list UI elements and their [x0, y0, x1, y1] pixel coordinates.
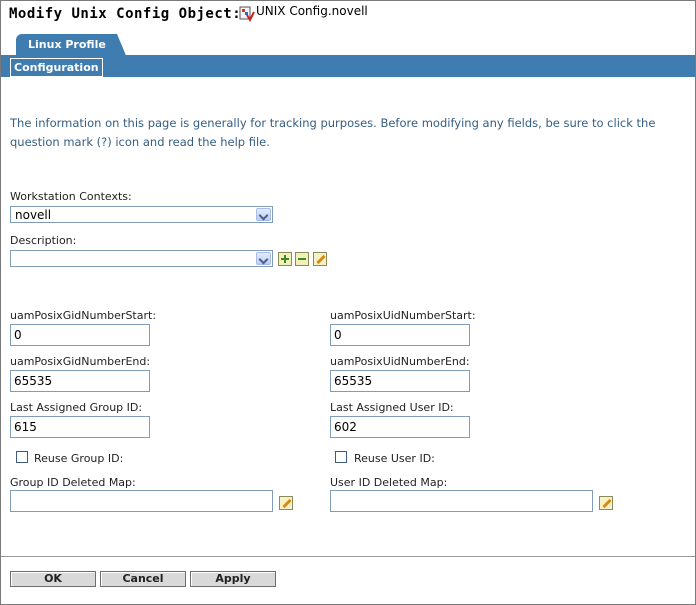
remove-icon[interactable] — [295, 252, 309, 266]
user-deleted-map-label: User ID Deleted Map: — [330, 476, 448, 489]
apply-button[interactable]: Apply — [190, 571, 276, 587]
uid-start-input[interactable]: 0 — [330, 324, 470, 346]
workstation-contexts-select[interactable]: novell — [10, 206, 273, 223]
workstation-contexts-label: Workstation Contexts: — [10, 190, 132, 203]
unix-config-icon — [239, 6, 255, 22]
edit-group-map-icon[interactable] — [279, 496, 293, 510]
add-icon[interactable] — [278, 252, 292, 266]
description-select[interactable] — [10, 250, 273, 267]
reuse-group-checkbox[interactable] — [16, 451, 28, 463]
tab-linux-profile[interactable]: Linux Profile — [16, 34, 126, 55]
last-user-input[interactable]: 602 — [330, 416, 470, 438]
group-deleted-map-input[interactable] — [10, 490, 273, 512]
chevron-down-icon[interactable] — [256, 208, 271, 221]
footer-divider — [1, 556, 695, 557]
reuse-group-label: Reuse Group ID: — [34, 452, 124, 465]
subtab-configuration[interactable]: Configuration — [10, 58, 103, 77]
description-label: Description: — [10, 234, 77, 247]
tab-bar — [1, 55, 695, 77]
chevron-down-icon[interactable] — [256, 252, 271, 265]
gid-start-label: uamPosixGidNumberStart: — [10, 309, 157, 322]
gid-end-input[interactable]: 65535 — [10, 370, 150, 392]
page-title: Modify Unix Config Object: — [9, 6, 242, 22]
edit-icon[interactable] — [313, 252, 327, 266]
page-frame — [0, 0, 696, 605]
object-name: UNIX Config.novell — [256, 4, 368, 18]
reuse-user-checkbox[interactable] — [335, 451, 347, 463]
last-group-label: Last Assigned Group ID: — [10, 401, 143, 414]
workstation-contexts-value: novell — [15, 208, 52, 222]
user-deleted-map-input[interactable] — [330, 490, 593, 512]
info-text: The information on this page is generall… — [10, 116, 656, 149]
ok-button[interactable]: OK — [10, 571, 96, 587]
uid-end-label: uamPosixUidNumberEnd: — [330, 355, 470, 368]
last-group-input[interactable]: 615 — [10, 416, 150, 438]
gid-end-label: uamPosixGidNumberEnd: — [10, 355, 151, 368]
gid-start-input[interactable]: 0 — [10, 324, 150, 346]
last-user-label: Last Assigned User ID: — [330, 401, 454, 414]
uid-end-input[interactable]: 65535 — [330, 370, 470, 392]
reuse-user-label: Reuse User ID: — [354, 452, 435, 465]
uid-start-label: uamPosixUidNumberStart: — [330, 309, 476, 322]
cancel-button[interactable]: Cancel — [100, 571, 186, 587]
group-deleted-map-label: Group ID Deleted Map: — [10, 476, 136, 489]
edit-user-map-icon[interactable] — [599, 496, 613, 510]
